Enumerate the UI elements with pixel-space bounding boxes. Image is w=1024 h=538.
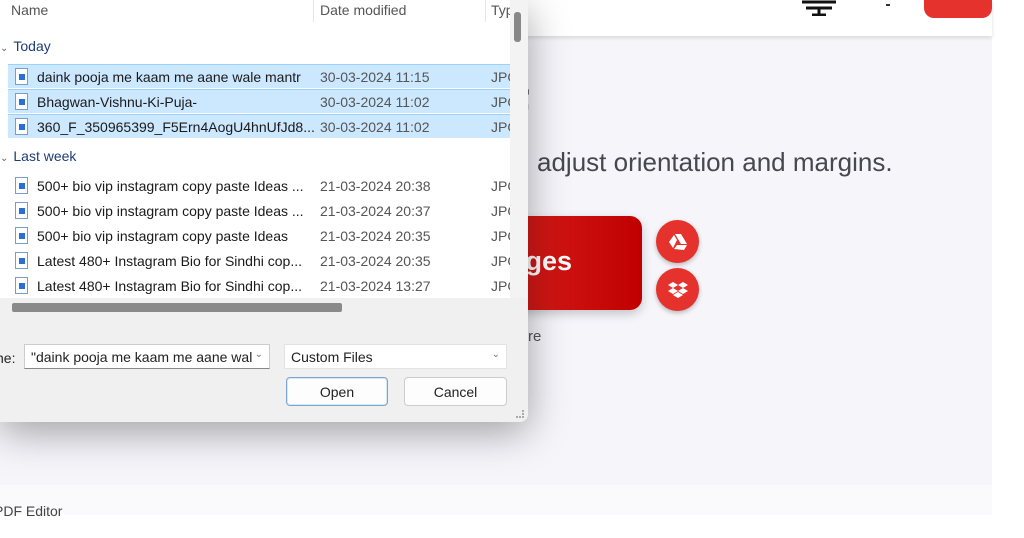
chevron-down-icon[interactable]: ⌄ (492, 349, 500, 360)
image-file-icon (15, 68, 28, 85)
open-button[interactable]: Open (286, 377, 388, 406)
group-label: Last week (13, 148, 77, 164)
group-label: Today (13, 38, 51, 54)
file-row[interactable]: 500+ bio vip instagram copy paste Ideas … (8, 174, 510, 198)
dropbox-button[interactable] (656, 268, 699, 311)
column-divider[interactable] (313, 0, 314, 22)
image-file-icon (15, 227, 28, 244)
dropbox-icon (667, 281, 688, 298)
file-type: JPG (491, 253, 510, 269)
vertical-scrollbar[interactable] (510, 0, 528, 298)
file-name: Latest 480+ Instagram Bio for Sindhi cop… (37, 253, 302, 269)
group-header-1[interactable]: ⌄ Last week (0, 148, 76, 164)
file-name: 500+ bio vip instagram copy paste Ideas … (37, 203, 304, 219)
file-name: 500+ bio vip instagram copy paste Ideas (37, 228, 288, 244)
chevron-down-icon[interactable]: ⌄ (0, 43, 8, 54)
column-header-name[interactable]: Name (11, 2, 48, 18)
file-name: 360_F_350965399_F5Ern4AogU4hnUfJd8... (37, 119, 315, 135)
column-divider[interactable] (485, 0, 486, 22)
file-name: daink pooja me kaam me aane wale mantr (37, 69, 301, 85)
file-date: 30-03-2024 11:02 (320, 94, 430, 110)
file-type: JPG (491, 119, 510, 135)
file-date: 30-03-2024 11:15 (320, 69, 430, 85)
file-name: 500+ bio vip instagram copy paste Ideas … (37, 178, 304, 194)
file-type: JPG (491, 94, 510, 110)
file-row[interactable]: 360_F_350965399_F5Ern4AogU4hnUfJd8... 30-… (8, 114, 510, 138)
footer: PDF Editor (0, 485, 992, 519)
file-row[interactable]: 500+ bio vip instagram copy paste Ideas … (8, 199, 510, 223)
filename-value: "daink pooja me kaam me aane wal (31, 349, 253, 365)
image-file-icon (15, 177, 28, 194)
file-type: JPG (491, 69, 510, 85)
signup-button[interactable] (924, 0, 992, 18)
file-type: JPG (491, 203, 510, 219)
file-date: 21-03-2024 13:27 (320, 278, 431, 294)
footer-text[interactable]: PDF Editor (0, 503, 62, 519)
file-row[interactable]: Latest 480+ Instagram Bio for Sindhi cop… (8, 249, 510, 273)
file-row[interactable]: 500+ bio vip instagram copy paste Ideas 2… (8, 224, 510, 248)
file-open-dialog: Name Date modified Type ⌄ Today daink pooj… (0, 0, 528, 422)
horizontal-scrollbar[interactable] (0, 298, 510, 316)
image-file-icon (15, 118, 28, 135)
column-header-type[interactable]: Type (491, 2, 510, 18)
desktop-icon[interactable] (800, 0, 838, 16)
menu-icon[interactable] (886, 4, 890, 6)
page-subtitle: adjust orientation and margins. (537, 147, 893, 177)
image-file-icon (15, 277, 28, 294)
file-name: Bhagwan-Vishnu-Ki-Puja- (37, 94, 198, 110)
resize-grip-icon[interactable] (516, 410, 524, 418)
file-name: Latest 480+ Instagram Bio for Sindhi cop… (37, 278, 302, 294)
file-row[interactable]: Bhagwan-Vishnu-Ki-Puja- 30-03-2024 11:02 J… (8, 89, 510, 113)
file-date: 21-03-2024 20:37 (320, 203, 431, 219)
filename-label: ne: (0, 350, 16, 366)
scrollbar-thumb[interactable] (12, 303, 342, 312)
chevron-down-icon[interactable]: ⌄ (255, 349, 263, 360)
select-images-label: ges (525, 246, 572, 276)
image-file-icon (15, 252, 28, 269)
chevron-down-icon[interactable]: ⌄ (0, 153, 8, 164)
column-header-date[interactable]: Date modified (320, 2, 406, 18)
file-type: JPG (491, 228, 510, 244)
file-row[interactable]: daink pooja me kaam me aane wale mantr 30… (8, 64, 510, 88)
file-date: 21-03-2024 20:38 (320, 178, 431, 194)
google-drive-icon (668, 233, 687, 250)
file-date: 30-03-2024 11:02 (320, 119, 430, 135)
filetype-select[interactable]: Custom Files ⌄ (284, 344, 507, 369)
file-row[interactable]: Latest 480+ Instagram Bio for Sindhi cop… (8, 274, 510, 298)
filetype-value: Custom Files (291, 349, 373, 365)
group-header-0[interactable]: ⌄ Today (0, 38, 51, 54)
scrollbar-thumb[interactable] (514, 12, 521, 42)
file-type: JPG (491, 178, 510, 194)
file-type: JPG (491, 278, 510, 294)
image-file-icon (15, 93, 28, 110)
file-date: 21-03-2024 20:35 (320, 228, 431, 244)
image-file-icon (15, 202, 28, 219)
file-list: Name Date modified Type ⌄ Today daink pooj… (0, 0, 510, 298)
hint-text: re (528, 328, 542, 345)
google-drive-button[interactable] (656, 220, 699, 263)
filename-input[interactable]: "daink pooja me kaam me aane wal ⌄ (24, 344, 270, 369)
cancel-button[interactable]: Cancel (404, 377, 507, 406)
file-date: 21-03-2024 20:35 (320, 253, 431, 269)
